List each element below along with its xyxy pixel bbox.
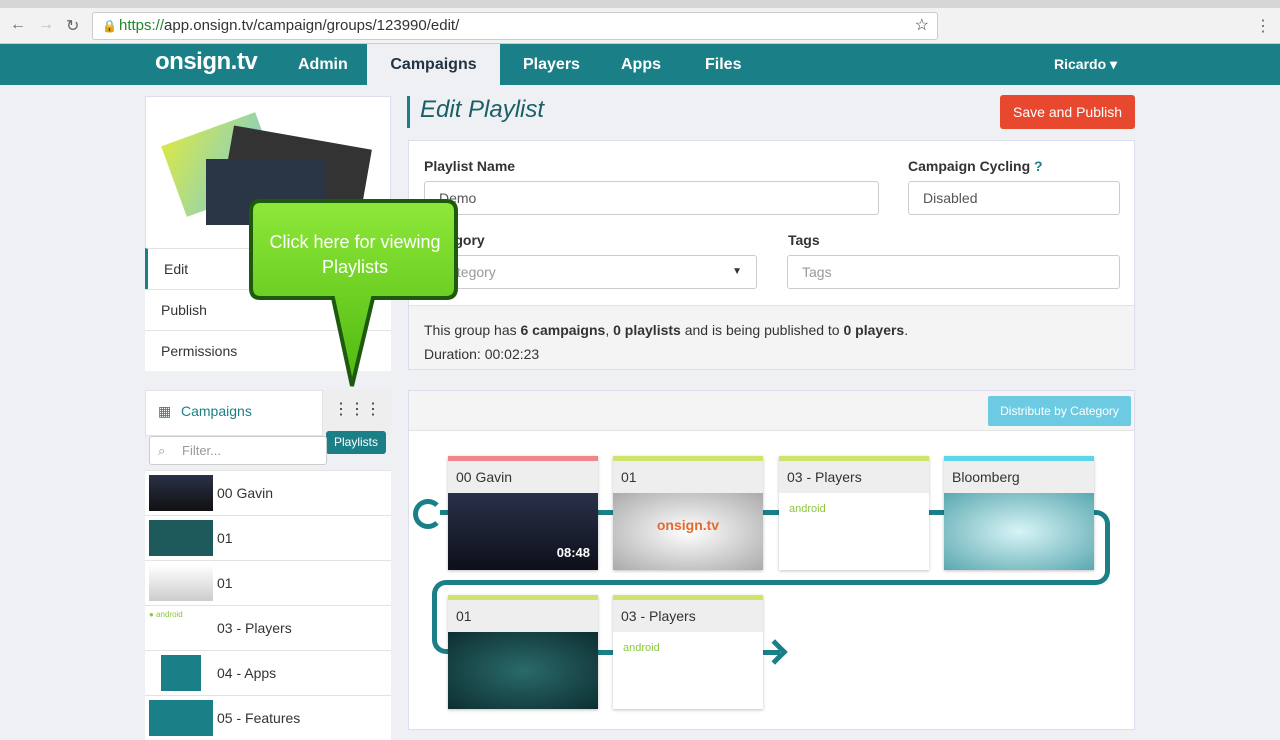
campaign-cycling-label: Campaign Cycling ?	[908, 158, 1043, 174]
logo[interactable]: onsign.tv	[155, 48, 258, 76]
playlist-card[interactable]: 00 Gavin 08:48	[448, 456, 598, 570]
callout-bubble	[249, 199, 458, 387]
browser-toolbar: ← → ↻ 🔒 https://app.onsign.tv/campaign/g…	[0, 8, 1280, 44]
list-item[interactable]: 04 - Apps	[145, 650, 391, 695]
list-item[interactable]: 01	[145, 515, 391, 560]
list-item[interactable]: 05 - Features	[145, 695, 391, 740]
filter-placeholder: Filter...	[182, 443, 222, 458]
nav-campaigns[interactable]: Campaigns	[367, 44, 500, 85]
address-bar[interactable]: 🔒 https://app.onsign.tv/campaign/groups/…	[92, 12, 938, 40]
playlists-tooltip: Playlists	[326, 431, 386, 454]
playlist-card[interactable]: 03 - Players android	[613, 595, 763, 709]
list-item[interactable]: ● android 03 - Players	[145, 605, 391, 650]
menu-icon[interactable]: ⋮	[1255, 16, 1271, 36]
android-logo: android	[623, 642, 660, 654]
apps-grid-icon: ⋮⋮⋮	[333, 401, 381, 418]
bookmark-star-icon[interactable]: ☆	[915, 13, 929, 39]
playlist-form: Playlist Name Demo Campaign Cycling ? Di…	[408, 140, 1135, 370]
group-info: This group has 6 campaigns, 0 playlists …	[409, 305, 1134, 369]
callout-text: Click here for viewing Playlists	[269, 232, 441, 277]
list-item[interactable]: 01	[145, 560, 391, 605]
playlist-card[interactable]: Bloomberg	[944, 456, 1094, 570]
grid-icon: ▦	[158, 403, 172, 419]
nav-files[interactable]: Files	[705, 44, 741, 85]
playlist-name-input[interactable]: Demo	[424, 181, 879, 215]
start-loop-icon	[413, 499, 443, 529]
nav-admin[interactable]: Admin	[298, 44, 348, 85]
lock-icon: 🔒	[102, 19, 117, 33]
tab-strip	[0, 0, 1280, 8]
playlist-name-label: Playlist Name	[424, 158, 516, 174]
duration: Duration: 00:02:23	[424, 346, 540, 362]
user-menu[interactable]: Ricardo ▾	[1054, 44, 1117, 85]
nav-apps[interactable]: Apps	[621, 44, 661, 85]
tags-input[interactable]: Tags	[787, 255, 1120, 289]
tab-campaigns[interactable]: ▦ Campaigns	[145, 390, 323, 436]
nav-players[interactable]: Players	[523, 44, 580, 85]
page-title: Edit Playlist	[407, 96, 544, 128]
playlist-card[interactable]: 03 - Players android	[779, 456, 929, 570]
search-icon: ⌕	[158, 443, 166, 458]
url-path: app.onsign.tv/campaign/groups/123990/edi…	[164, 17, 460, 34]
distribute-by-category-button[interactable]: Distribute by Category	[988, 396, 1131, 426]
back-icon[interactable]: ←	[10, 16, 26, 34]
forward-icon[interactable]: →	[38, 16, 54, 34]
tab-playlists[interactable]: ⋮⋮⋮	[323, 390, 391, 436]
android-logo: android	[789, 503, 826, 515]
url-scheme: https://	[119, 17, 165, 34]
reload-icon[interactable]: ↻	[66, 16, 79, 36]
filter-input[interactable]: ⌕ Filter...	[149, 436, 327, 465]
save-and-publish-button[interactable]: Save and Publish	[1000, 95, 1135, 129]
campaign-cycling-select[interactable]: Disabled	[908, 181, 1120, 215]
category-select[interactable]: Category ▼	[424, 255, 757, 289]
tags-label: Tags	[788, 232, 820, 248]
help-icon: ?	[1034, 158, 1043, 174]
top-nav: onsign.tv Admin Campaigns Players Apps F…	[0, 44, 1280, 85]
caret-down-icon: ▼	[732, 266, 742, 277]
playlist-card[interactable]: 01	[448, 595, 598, 709]
list-item[interactable]: 00 Gavin	[145, 470, 391, 515]
playlist-card[interactable]: 01 onsign.tv	[613, 456, 763, 570]
tab-label: Campaigns	[181, 403, 252, 419]
